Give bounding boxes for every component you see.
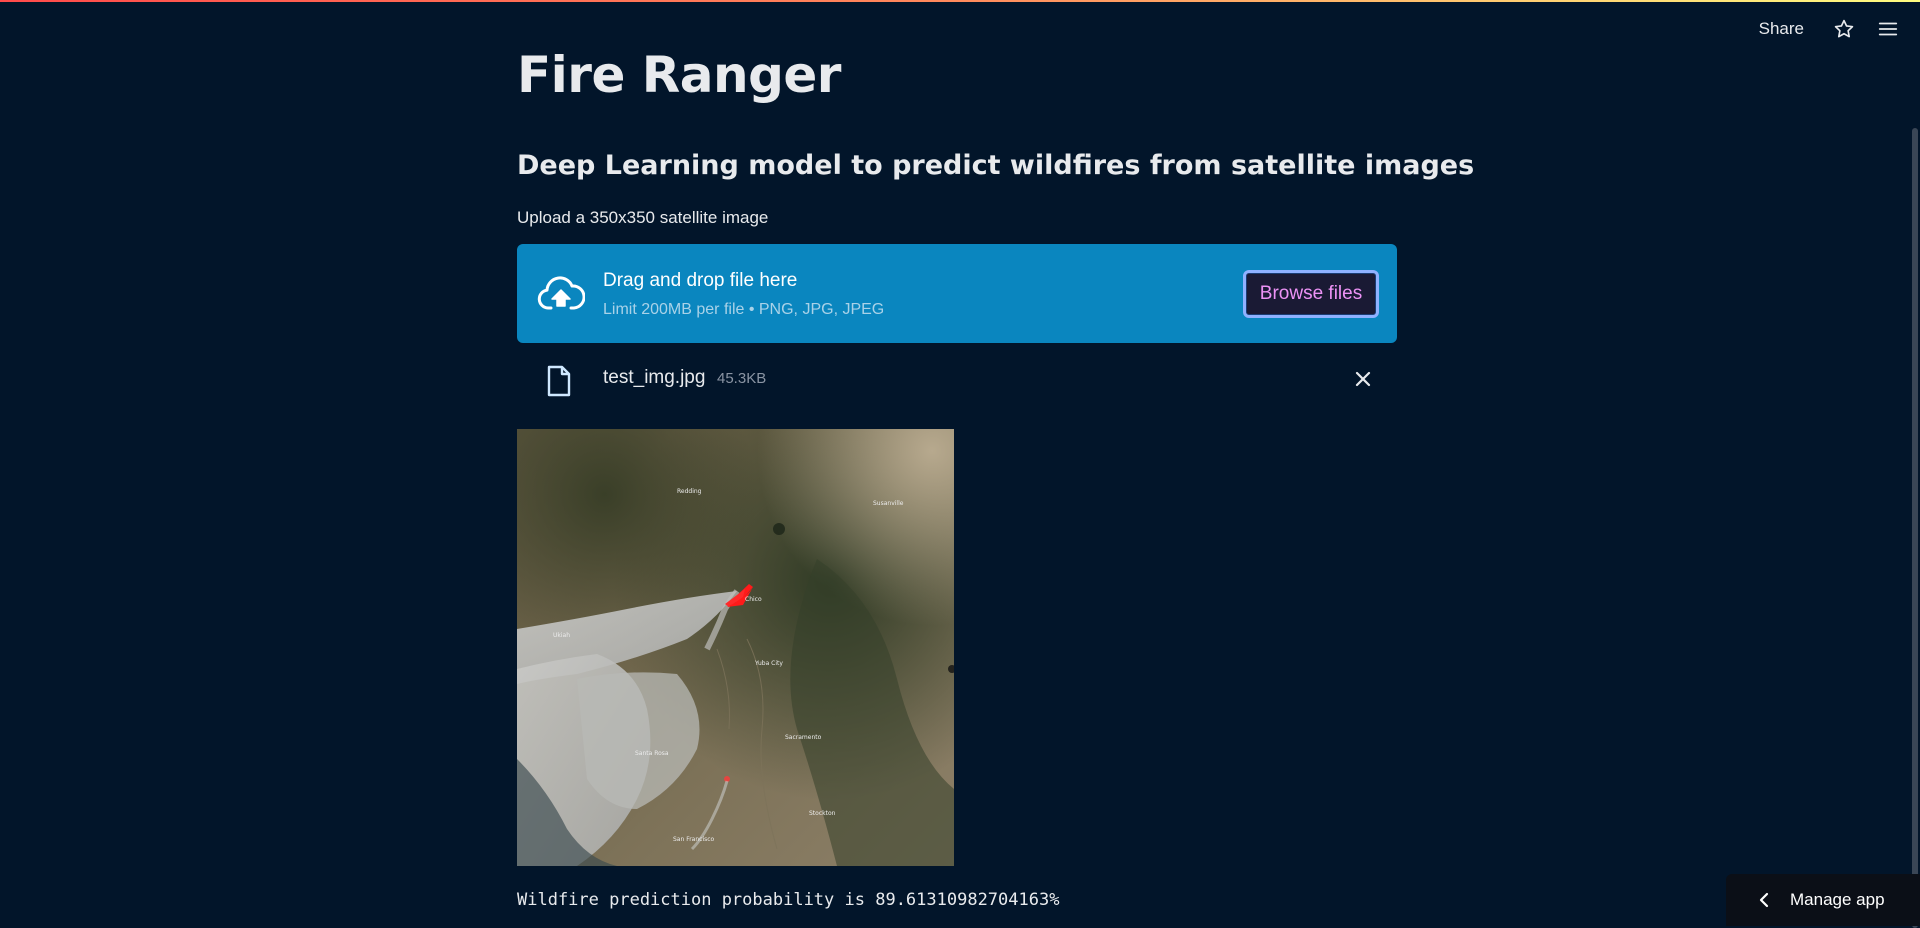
uploaded-file-size: 45.3KB: [717, 370, 766, 387]
close-icon[interactable]: [1351, 367, 1375, 391]
scrollbar-thumb[interactable]: [1912, 128, 1918, 928]
map-label-santa-rosa: Santa Rosa: [635, 750, 669, 757]
app-header: Share: [1749, 14, 1910, 44]
map-label-redding: Redding: [677, 488, 702, 495]
hamburger-menu-icon[interactable]: [1866, 14, 1910, 44]
manage-app-label: Manage app: [1790, 890, 1885, 910]
uploaded-file-name: test_img.jpg: [603, 367, 705, 389]
map-label-sacramento: Sacramento: [785, 734, 822, 741]
star-icon[interactable]: [1822, 14, 1866, 44]
map-label-chico: Chico: [745, 596, 762, 603]
uploaded-file-row: test_img.jpg 45.3KB: [517, 355, 1397, 403]
file-icon: [545, 365, 573, 397]
share-button[interactable]: Share: [1749, 15, 1814, 43]
file-dropzone[interactable]: Drag and drop file here Limit 200MB per …: [517, 244, 1397, 343]
dropzone-title: Drag and drop file here: [603, 270, 797, 292]
satellite-image: Redding Susanville Chico Ukiah Yuba City…: [517, 429, 954, 866]
cloud-upload-icon: [537, 274, 585, 314]
chevron-left-icon: [1754, 890, 1774, 910]
page-subtitle: Deep Learning model to predict wildfires…: [517, 150, 1474, 181]
scrollbar-track[interactable]: [1910, 60, 1920, 926]
map-label-ukiah: Ukiah: [553, 632, 570, 639]
top-accent-bar: [0, 0, 1920, 2]
map-label-san-francisco: San Francisco: [673, 836, 715, 843]
browse-files-button[interactable]: Browse files: [1243, 270, 1379, 318]
prediction-result-text: Wildfire prediction probability is 89.61…: [517, 890, 1059, 910]
file-uploader-label: Upload a 350x350 satellite image: [517, 208, 768, 228]
map-label-susanville: Susanville: [873, 500, 904, 507]
manage-app-button[interactable]: Manage app: [1726, 874, 1920, 926]
page-title: Fire Ranger: [517, 46, 841, 104]
map-label-yuba-city: Yuba City: [754, 660, 783, 667]
dropzone-limit-text: Limit 200MB per file • PNG, JPG, JPEG: [603, 301, 884, 319]
map-label-stockton: Stockton: [809, 810, 836, 817]
